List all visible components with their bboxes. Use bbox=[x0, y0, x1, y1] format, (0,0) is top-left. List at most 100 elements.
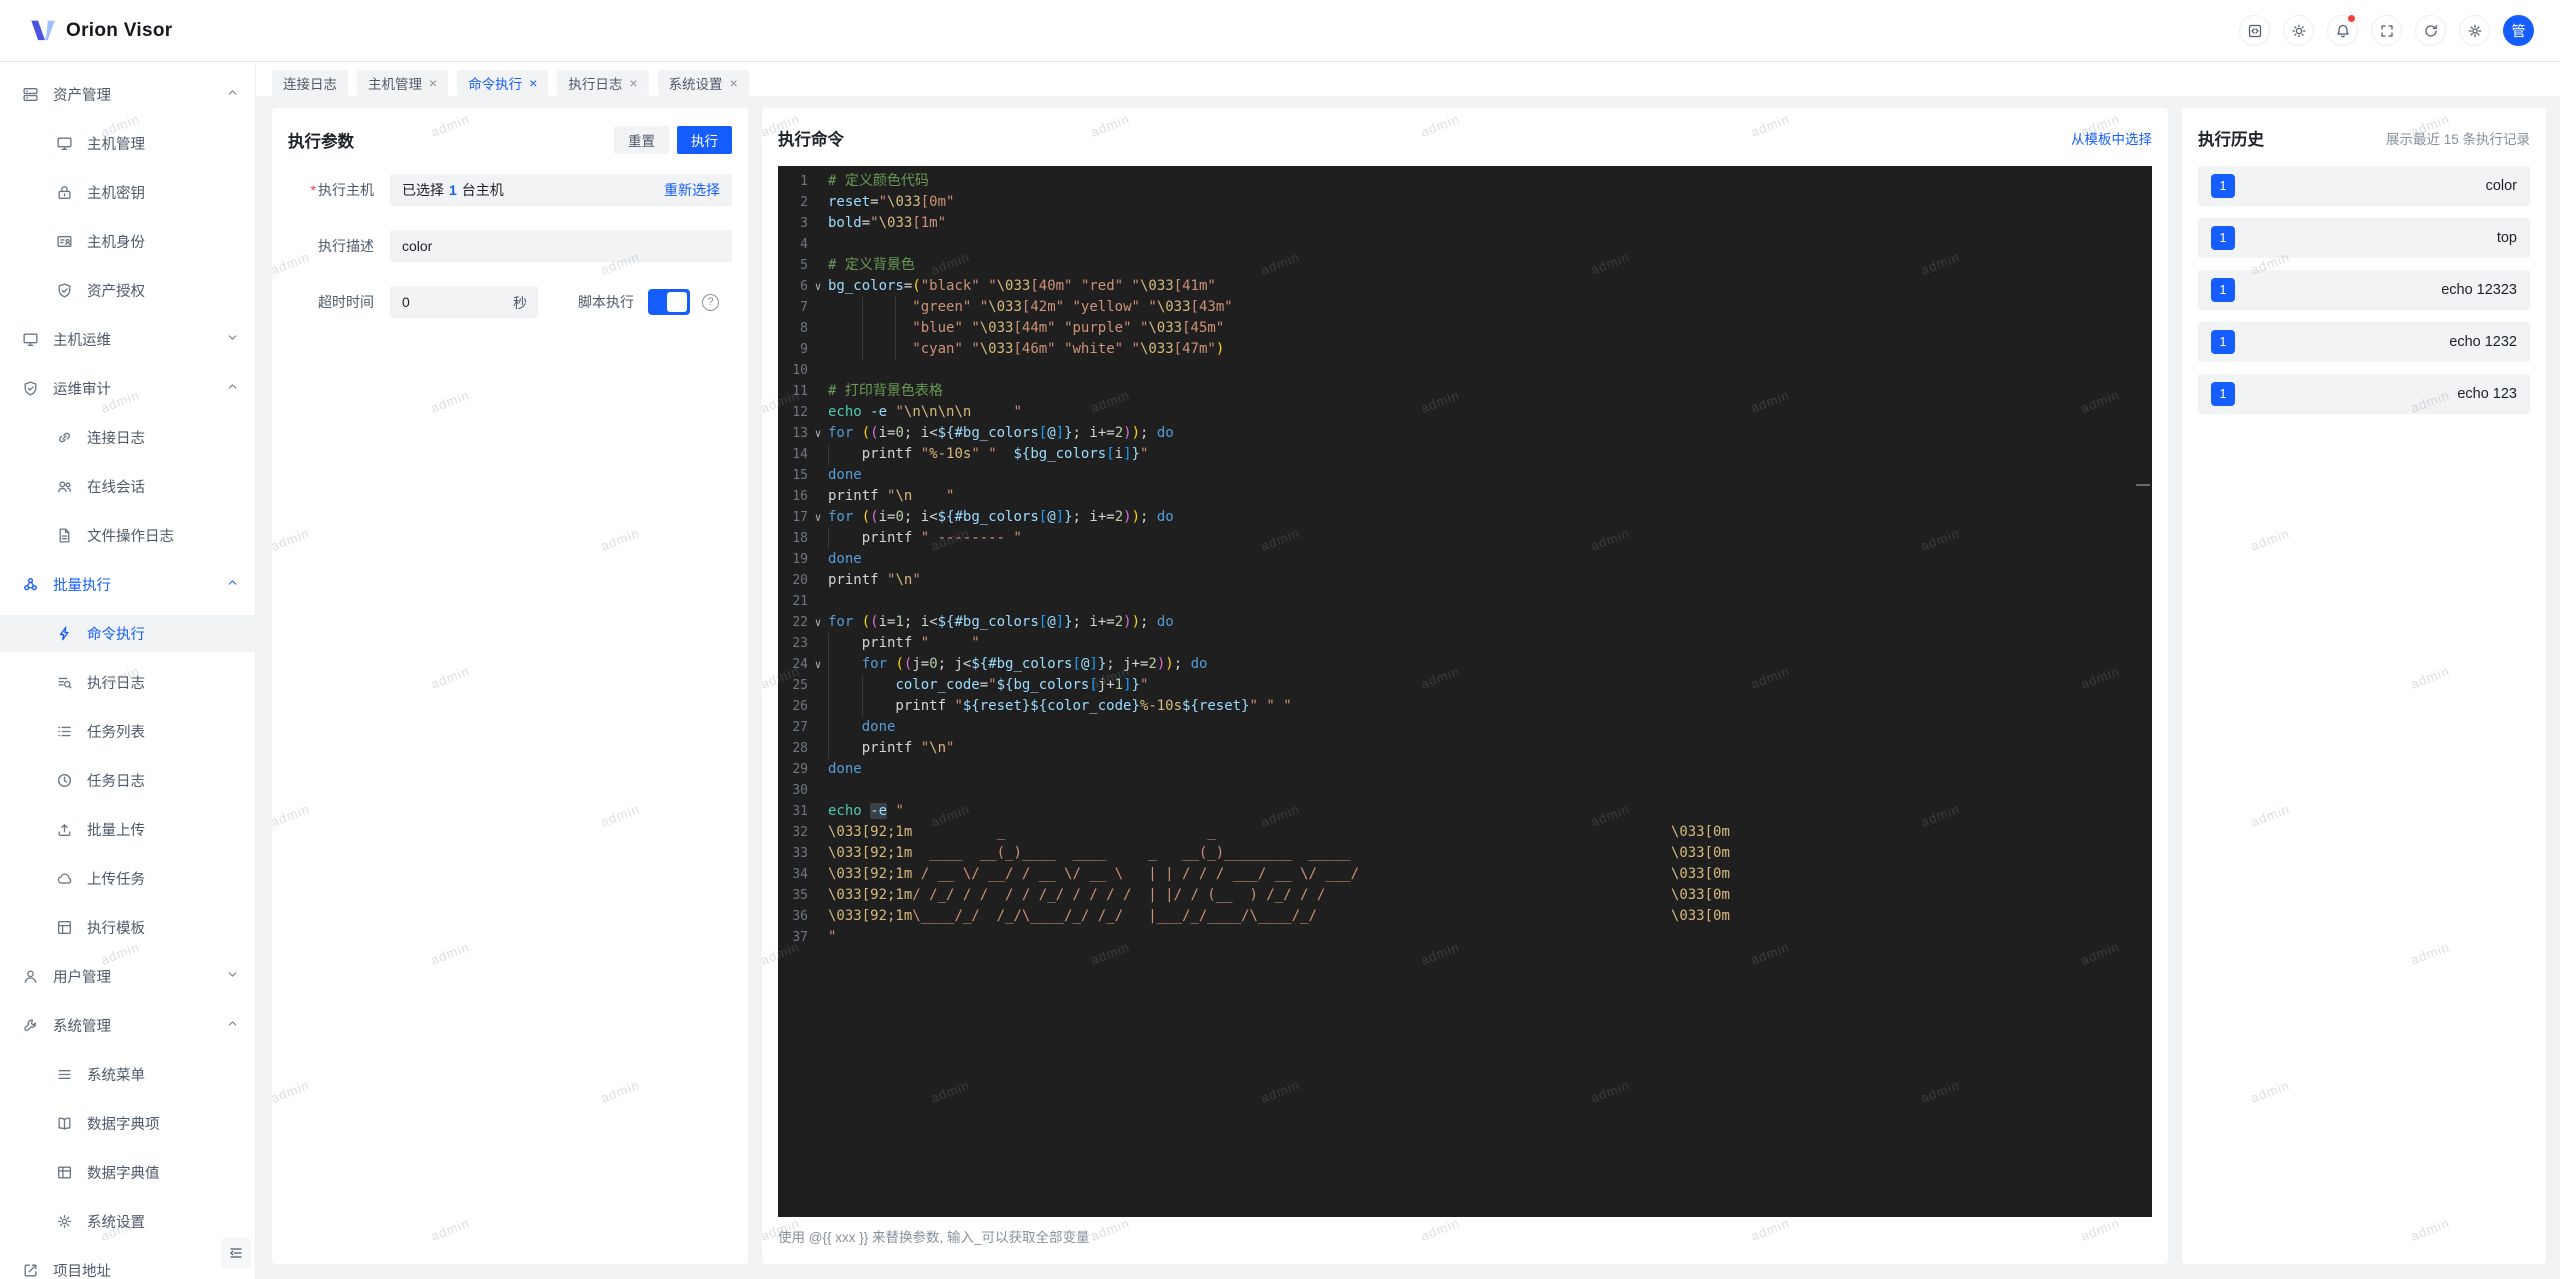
sidebar-item[interactable]: 执行模板 bbox=[0, 909, 255, 946]
code-square-button[interactable] bbox=[2239, 15, 2270, 46]
history-item[interactable]: 1 echo 12323 bbox=[2198, 270, 2530, 310]
chevron-down-icon bbox=[226, 968, 239, 985]
sidebar-item[interactable]: 系统设置 bbox=[0, 1203, 255, 1240]
script-exec-switch[interactable] bbox=[648, 289, 690, 315]
settings-gear-button[interactable] bbox=[2459, 15, 2490, 46]
host-count-badge: 1 bbox=[2211, 330, 2235, 354]
sidebar-item[interactable]: 系统菜单 bbox=[0, 1056, 255, 1093]
line-number: 25 bbox=[792, 678, 808, 693]
sidebar-item[interactable]: 命令执行 bbox=[0, 615, 255, 652]
user-avatar[interactable]: 管 bbox=[2503, 15, 2534, 46]
file-icon bbox=[59, 528, 70, 543]
history-item[interactable]: 1 echo 123 bbox=[2198, 374, 2530, 414]
indent-guide bbox=[895, 339, 897, 360]
sidebar-item[interactable]: 上传任务 bbox=[0, 860, 255, 897]
tab[interactable]: 命令执行 × bbox=[457, 70, 549, 96]
line-number: 4 bbox=[800, 237, 808, 252]
fullscreen-button[interactable] bbox=[2371, 15, 2402, 46]
history-item[interactable]: 1 color bbox=[2198, 166, 2530, 206]
clock-icon bbox=[57, 773, 72, 788]
sidebar-item[interactable]: 资产授权 bbox=[0, 272, 255, 309]
sidebar-item[interactable]: 主机运维 bbox=[0, 321, 255, 358]
sidebar-item-label: 系统管理 bbox=[53, 1019, 111, 1035]
exec-command-title: 执行命令 bbox=[778, 131, 844, 149]
code-line: 17 ∨ for ((i=0; i<${#bg_colors[@]}; i+=2))… bbox=[778, 507, 2152, 528]
sidebar-item[interactable]: 系统管理 bbox=[0, 1007, 255, 1044]
sidebar-item[interactable]: 主机管理 bbox=[0, 125, 255, 162]
fold-chevron-icon bbox=[808, 738, 828, 759]
host-selected-suffix: 台主机 bbox=[461, 182, 504, 198]
sidebar-item[interactable]: 运维审计 bbox=[0, 370, 255, 407]
search-list-icon bbox=[58, 677, 72, 689]
history-item[interactable]: 1 top bbox=[2198, 218, 2530, 258]
sidebar-item[interactable]: 用户管理 bbox=[0, 958, 255, 995]
tab-close-icon[interactable]: × bbox=[629, 76, 637, 90]
timeout-unit: 秒 bbox=[513, 295, 527, 311]
tab-close-icon[interactable]: × bbox=[429, 76, 437, 90]
sidebar-item[interactable]: 在线会话 bbox=[0, 468, 255, 505]
help-icon[interactable]: ? bbox=[702, 293, 719, 311]
indent-guide bbox=[828, 696, 829, 717]
code-line: 8 "blue" "\033[44m" "purple" "\033[45m" bbox=[778, 318, 2152, 339]
line-number: 36 bbox=[792, 909, 808, 924]
tab-close-icon[interactable]: × bbox=[730, 76, 738, 90]
fold-chevron-icon bbox=[808, 465, 828, 486]
desc-input[interactable] bbox=[390, 230, 732, 262]
fold-chevron-icon[interactable]: ∨ bbox=[808, 612, 828, 633]
fold-chevron-icon[interactable]: ∨ bbox=[808, 507, 828, 528]
sidebar-item[interactable]: 主机身份 bbox=[0, 223, 255, 260]
chevron-up-icon bbox=[228, 1021, 237, 1026]
monitor-icon bbox=[57, 137, 72, 151]
sidebar-item[interactable]: 数据字典值 bbox=[0, 1154, 255, 1191]
tab[interactable]: 主机管理 × bbox=[357, 70, 449, 96]
code-line: 1 # 定义颜色代码 bbox=[778, 171, 2152, 192]
indent-guide bbox=[828, 654, 829, 675]
sidebar-item[interactable]: 数据字典项 bbox=[0, 1105, 255, 1142]
fold-chevron-icon bbox=[808, 528, 828, 549]
code-editor[interactable]: 1 # 定义颜色代码 2 reset="\033[0m" 3 bold="\033[… bbox=[778, 166, 2152, 1217]
sidebar-collapse-button[interactable] bbox=[221, 1237, 251, 1269]
sidebar-item[interactable]: 执行日志 bbox=[0, 664, 255, 701]
tab-bar: 连接日志 主机管理 × 命令执行 × 执行日志 × 系统设置 × bbox=[256, 62, 2560, 96]
sidebar-item-label: 主机身份 bbox=[87, 235, 145, 251]
sidebar-item[interactable]: 任务列表 bbox=[0, 713, 255, 750]
tab-label: 系统设置 bbox=[668, 77, 723, 92]
editor-footer-hint: 使用 @{{ xxx }} 来替换参数, 输入_可以获取全部变量 bbox=[778, 1230, 1090, 1245]
tab-close-icon[interactable]: × bbox=[529, 76, 537, 90]
chevron-down-icon bbox=[228, 972, 237, 977]
logo-text: Orion Visor bbox=[66, 19, 173, 41]
tab[interactable]: 系统设置 × bbox=[657, 70, 749, 96]
reset-button[interactable]: 重置 bbox=[614, 126, 669, 154]
sidebar-item[interactable]: 资产管理 bbox=[0, 76, 255, 113]
sidebar-item[interactable]: 任务日志 bbox=[0, 762, 255, 799]
run-button[interactable]: 执行 bbox=[677, 126, 732, 154]
logo: Orion Visor bbox=[30, 19, 172, 43]
theme-sun-button[interactable] bbox=[2283, 15, 2314, 46]
code-line: 21 bbox=[778, 591, 2152, 612]
code-line: 2 reset="\033[0m" bbox=[778, 192, 2152, 213]
line-number: 26 bbox=[792, 699, 808, 714]
tab-label: 主机管理 bbox=[368, 77, 422, 92]
tab[interactable]: 连接日志 bbox=[272, 70, 348, 96]
bell-button[interactable] bbox=[2327, 14, 2358, 46]
refresh-button[interactable] bbox=[2415, 15, 2446, 46]
sidebar-item[interactable]: 文件操作日志 bbox=[0, 517, 255, 554]
fold-chevron-icon[interactable]: ∨ bbox=[808, 654, 828, 675]
sidebar-item[interactable]: 项目地址 bbox=[0, 1252, 255, 1279]
fold-chevron-icon[interactable]: ∨ bbox=[808, 276, 828, 297]
code-line: 30 bbox=[778, 780, 2152, 801]
logo-icon bbox=[31, 20, 55, 40]
link-icon bbox=[59, 432, 70, 443]
sidebar-item[interactable]: 连接日志 bbox=[0, 419, 255, 456]
fold-chevron-icon[interactable]: ∨ bbox=[808, 423, 828, 444]
history-item[interactable]: 1 echo 1232 bbox=[2198, 322, 2530, 362]
sidebar-item[interactable]: 批量上传 bbox=[0, 811, 255, 848]
tab[interactable]: 执行日志 × bbox=[557, 70, 649, 96]
select-from-template-link[interactable]: 从模板中选择 bbox=[2071, 128, 2152, 148]
sidebar-item[interactable]: 批量执行 bbox=[0, 566, 255, 603]
sidebar-item[interactable]: 主机密钥 bbox=[0, 174, 255, 211]
reselect-link[interactable]: 重新选择 bbox=[664, 180, 720, 200]
host-selected-box[interactable]: 已选择 1 台主机 重新选择 bbox=[390, 174, 732, 206]
user-icon bbox=[24, 970, 37, 983]
indent-guide bbox=[861, 696, 863, 717]
